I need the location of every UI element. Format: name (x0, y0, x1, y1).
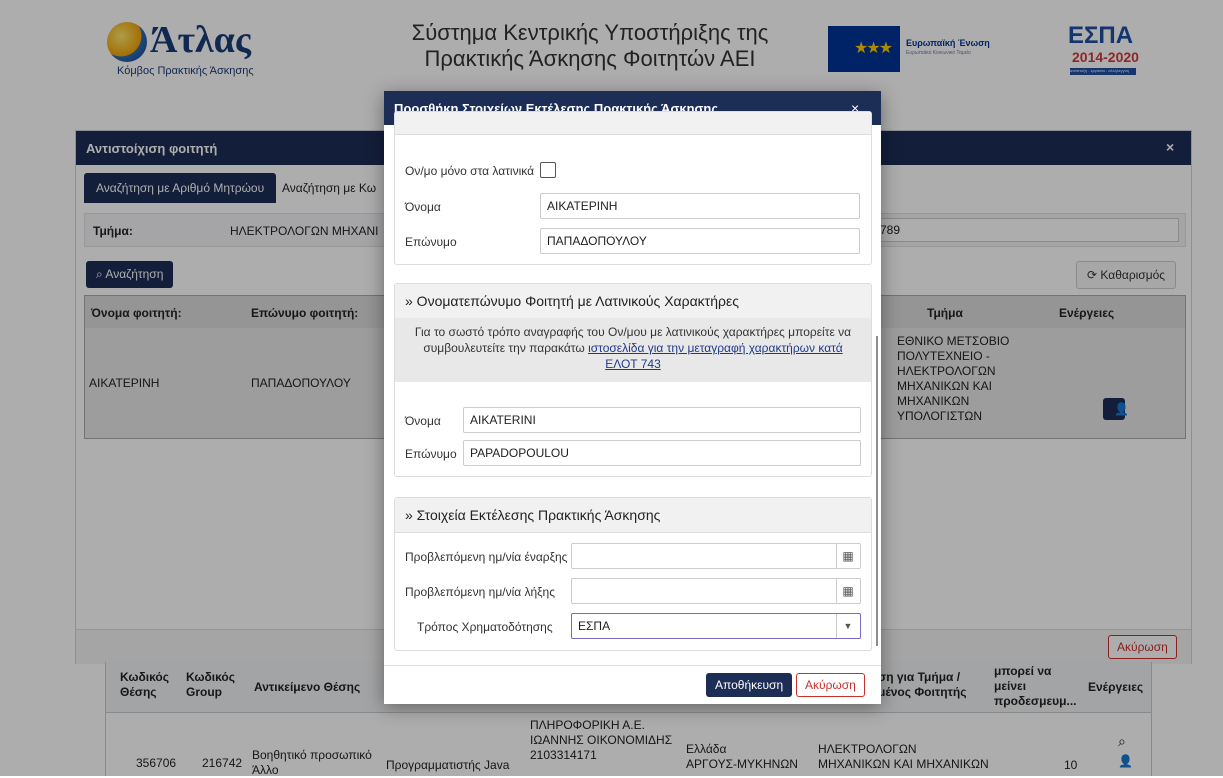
calendar-icon[interactable]: ▦ (836, 544, 859, 568)
end-date-field[interactable]: ▦ (571, 578, 861, 604)
execution-panel: » Στοιχεία Εκτέλεσης Πρακτικής Άσκησης Π… (394, 497, 872, 651)
latin-first-name-label: Όνομα (405, 414, 441, 428)
latin-only-label: Ον/μο μόνο στα λατινικά (405, 164, 535, 178)
first-name-field[interactable]: ΑΙΚΑΤΕΡΙΝΗ (540, 193, 860, 219)
latin-last-name-field[interactable]: PAPADOPOULOU (463, 440, 861, 466)
funding-value: ΕΣΠΑ (578, 619, 611, 633)
execution-details-modal: Προσθήκη Στοιχείων Εκτέλεσης Πρακτικής Ά… (384, 91, 881, 704)
panel-header (395, 112, 871, 135)
start-date-label: Προβλεπόμενη ημ/νία έναρξης (405, 550, 568, 564)
funding-select[interactable]: ΕΣΠΑ ▼ (571, 613, 861, 639)
exec-section-title: » Στοιχεία Εκτέλεσης Πρακτικής Άσκησης (405, 507, 661, 523)
elot-link-2[interactable]: ΕΛΟΤ 743 (605, 357, 661, 371)
chevron-down-icon[interactable]: ▼ (836, 614, 859, 638)
last-name-label: Επώνυμο (405, 235, 457, 249)
modal-scrollbar[interactable] (876, 336, 878, 646)
elot-link[interactable]: ιστοσελίδα για την μεταγραφή χαρακτήρων … (588, 341, 843, 355)
end-date-label: Προβλεπόμενη ημ/νία λήξης (405, 585, 556, 599)
latin-first-name-field[interactable]: AIKATERINI (463, 407, 861, 433)
calendar-icon[interactable]: ▦ (836, 579, 859, 603)
panel-header: » Ονοματεπώνυμο Φοιτητή με Λατινικούς Χα… (395, 284, 871, 319)
save-button[interactable]: Αποθήκευση (706, 673, 793, 697)
latin-section-title: » Ονοματεπώνυμο Φοιτητή με Λατινικούς Χα… (405, 293, 739, 309)
student-name-panel: Ον/μο μόνο στα λατινικά Όνομα ΑΙΚΑΤΕΡΙΝΗ… (394, 111, 872, 265)
start-date-field[interactable]: ▦ (571, 543, 861, 569)
modal-footer: Αποθήκευση Ακύρωση (384, 665, 881, 704)
last-name-field[interactable]: ΠΑΠΑΔΟΠΟΥΛΟΥ (540, 228, 860, 254)
panel-header: » Στοιχεία Εκτέλεσης Πρακτικής Άσκησης (395, 498, 871, 533)
latin-only-checkbox[interactable] (540, 162, 556, 178)
first-name-label: Όνομα (405, 200, 441, 214)
cancel-button[interactable]: Ακύρωση (796, 673, 865, 697)
funding-label: Τρόπος Χρηματοδότησης (417, 620, 553, 634)
latin-name-panel: » Ονοματεπώνυμο Φοιτητή με Λατινικούς Χα… (394, 283, 872, 477)
transliteration-info: Για το σωστό τρόπο αναγραφής του Ον/μου … (395, 318, 871, 382)
latin-last-name-label: Επώνυμο (405, 447, 457, 461)
